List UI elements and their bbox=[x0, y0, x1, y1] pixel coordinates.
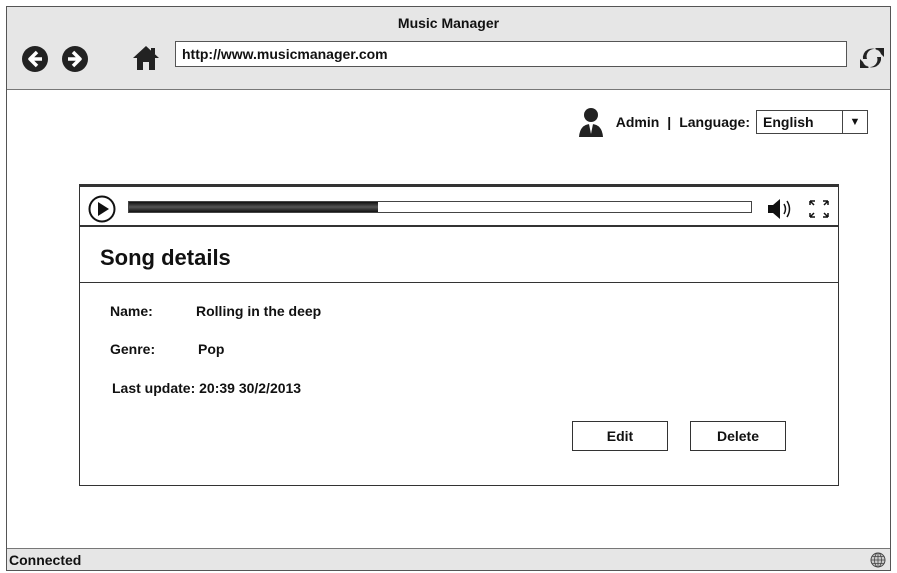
panel-title: Song details bbox=[100, 245, 231, 270]
progress-bar[interactable] bbox=[128, 201, 752, 213]
language-value: English bbox=[763, 114, 814, 130]
panel-divider bbox=[80, 282, 838, 283]
name-label: Name: bbox=[110, 303, 153, 319]
name-value: Rolling in the deep bbox=[196, 303, 322, 319]
back-icon[interactable] bbox=[21, 45, 49, 73]
browser-window: Music Manager http://www.musicmanager.co… bbox=[6, 6, 891, 571]
delete-button[interactable]: Delete bbox=[690, 421, 786, 451]
play-icon[interactable] bbox=[88, 195, 116, 223]
dropdown-caret-icon[interactable]: ▼ bbox=[842, 111, 867, 133]
url-input[interactable]: http://www.musicmanager.com bbox=[175, 41, 847, 67]
media-player bbox=[80, 185, 838, 227]
forward-icon[interactable] bbox=[61, 45, 89, 73]
title-bar: Music Manager http://www.musicmanager.co… bbox=[7, 7, 890, 90]
refresh-icon[interactable] bbox=[857, 43, 887, 73]
language-label: Language: bbox=[679, 114, 750, 130]
status-bar: Connected bbox=[7, 548, 890, 570]
fullscreen-icon[interactable] bbox=[808, 199, 830, 219]
genre-label: Genre: bbox=[110, 341, 156, 357]
genre-value: Pop bbox=[198, 341, 225, 357]
user-separator: | bbox=[667, 114, 672, 130]
user-icon bbox=[578, 108, 603, 137]
window-title: Music Manager bbox=[397, 15, 500, 31]
user-bar: Admin | Language: English ▼ bbox=[578, 107, 868, 137]
song-panel: Song details Name: Rolling in the deep G… bbox=[79, 184, 839, 486]
home-icon[interactable] bbox=[131, 43, 161, 73]
globe-icon bbox=[870, 552, 886, 568]
status-text: Connected bbox=[9, 552, 82, 568]
volume-icon[interactable] bbox=[766, 197, 794, 221]
progress-fill bbox=[129, 202, 378, 212]
user-name[interactable]: Admin bbox=[616, 114, 660, 130]
language-select[interactable]: English ▼ bbox=[756, 110, 868, 134]
last-update-text: Last update: 20:39 30/2/2013 bbox=[112, 380, 302, 396]
edit-button[interactable]: Edit bbox=[572, 421, 668, 451]
